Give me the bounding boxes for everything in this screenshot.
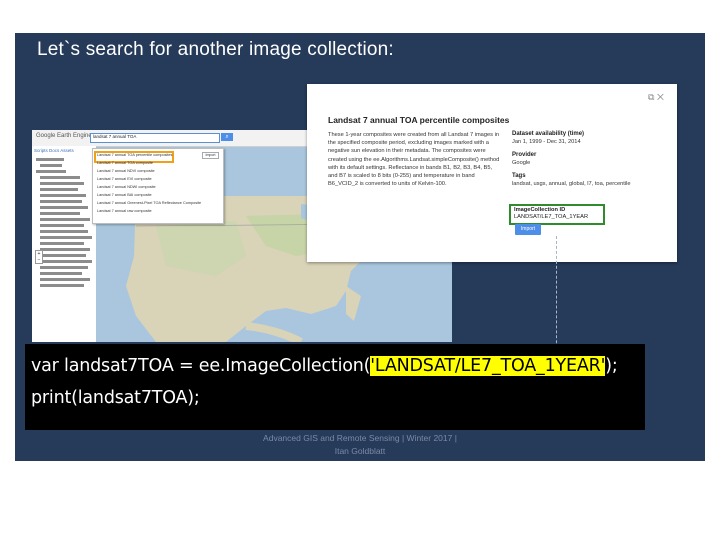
search-icon: ⌕ [225,134,229,140]
panel-tabs[interactable]: Scripts Docs Assets [34,148,74,153]
import-button[interactable]: Import [515,224,541,235]
footer-author: Itan Goldblatt [334,446,386,456]
zoom-control[interactable]: + − [35,250,43,264]
provider-value[interactable]: Google [512,160,530,166]
result-item[interactable]: Landsat 7 annual TOA composite [97,161,153,165]
slide: Let`s search for another image collectio… [15,33,705,461]
collection-id-highlight: 'LANDSAT/LE7_TOA_1YEAR' [370,356,606,376]
result-item[interactable]: Landsat 7 annual raw composite [97,209,152,213]
tags-label: Tags [512,173,526,179]
tree-item[interactable] [40,236,92,239]
search-input[interactable]: landsat 7 annual TOA [90,133,220,143]
result-item[interactable]: Landsat 7 annual NDWI composite [97,185,156,189]
collection-id-value[interactable]: LANDSAT/LE7_TOA_1YEAR [514,214,588,220]
availability-value: Jan 1, 1999 - Dec 31, 2014 [512,139,581,145]
tree-item[interactable] [40,188,78,191]
collection-id-label: ImageCollection ID [514,207,566,213]
result-item[interactable]: Landsat 7 annual BAI composite [97,193,152,197]
tree-item[interactable] [40,278,90,281]
search-button[interactable]: ⌕ [221,133,233,141]
tree-item[interactable] [40,242,84,245]
open-external-icon[interactable]: ⧉ [648,92,654,102]
tree-item[interactable] [40,284,84,287]
tree-item[interactable] [36,170,66,173]
tree-item[interactable] [40,248,90,251]
tree-item[interactable] [40,164,62,167]
tree-item[interactable] [40,182,84,185]
search-results-dropdown: Import Landsat 7 annual TOA percentile c… [92,148,224,224]
tree-item[interactable] [40,194,86,197]
tree-item[interactable] [36,158,64,161]
footer-course: Advanced GIS and Remote Sensing | Winter… [263,433,457,443]
code-suffix: ); [605,356,618,376]
tree-item[interactable] [40,218,90,221]
tree-item[interactable] [40,200,82,203]
tree-item[interactable] [40,176,80,179]
result-item[interactable]: Landsat 7 annual EVI composite [97,177,152,181]
slide-title: Let`s search for another image collectio… [37,39,394,60]
result-item[interactable]: Landsat 7 annual Greenest-Pixel TOA Refl… [97,201,201,205]
result-item[interactable]: Landsat 7 annual NDVI composite [97,169,155,173]
tree-item[interactable] [40,224,84,227]
tree-item[interactable] [40,206,88,209]
tree-item[interactable] [40,212,80,215]
tree-item[interactable] [40,230,88,233]
dataset-title: Landsat 7 annual TOA percentile composit… [328,115,510,125]
code-prefix: var landsat7TOA = ee.ImageCollection( [31,356,371,376]
app-logo: Google Earth Engine [36,133,92,139]
result-item[interactable]: Landsat 7 annual TOA percentile composit… [97,153,172,157]
search-query: landsat 7 annual TOA [93,134,137,139]
dataset-description: These 1-year composites were created fro… [328,132,500,188]
close-icon[interactable]: ✕ [657,92,664,102]
collection-id-box: ImageCollection ID LANDSAT/LE7_TOA_1YEAR [509,204,605,225]
tree-item[interactable] [40,266,88,269]
scripts-panel: Scripts Docs Assets [32,146,96,342]
tags-value: landsat, usgs, annual, global, l7, toa, … [512,181,631,187]
tree-item[interactable] [40,272,82,275]
dropdown-import-button[interactable]: Import [202,152,219,159]
code-line-2: print(landsat7TOA); [31,388,200,408]
provider-label: Provider [512,152,537,158]
code-line-1: var landsat7TOA = ee.ImageCollection('LA… [31,356,618,376]
dataset-dialog: ⧉ ✕ Landsat 7 annual TOA percentile comp… [307,84,677,262]
availability-label: Dataset availability (time) [512,131,585,137]
code-block: var landsat7TOA = ee.ImageCollection('LA… [25,344,645,430]
dialog-icons: ⧉ ✕ [648,92,664,103]
tree-item[interactable] [40,260,92,263]
tree-item[interactable] [40,254,86,257]
